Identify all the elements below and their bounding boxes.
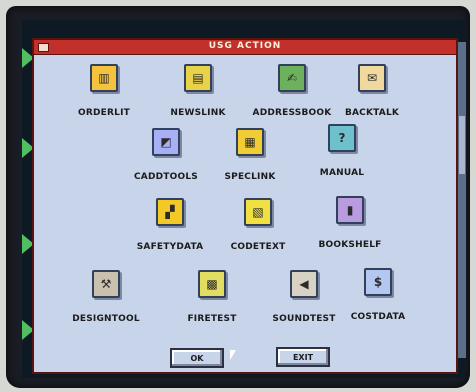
firetest-item[interactable]: ▩ FIRETEST: [164, 270, 260, 326]
spec-document-icon[interactable]: ▦: [236, 128, 264, 156]
designtool-item[interactable]: ⚒ DESIGNTOOL: [58, 270, 154, 326]
backtalk-label: BACKTALK: [344, 108, 400, 118]
costdata-item[interactable]: $ COSTDATA: [330, 268, 426, 324]
speaker-icon[interactable]: ◀: [290, 270, 318, 298]
window-title: USG ACTION: [208, 41, 282, 51]
bookshelf-item[interactable]: ▮ BOOKSHELF: [302, 196, 398, 252]
desktop: USG ACTION ▥ ORDERLIT ▤ NEWSLINK ✍ ADDRE…: [22, 20, 466, 378]
bookshelf-icon[interactable]: ▮: [336, 196, 364, 224]
designtool-label: DESIGNTOOL: [72, 314, 140, 324]
manual-label: MANUAL: [319, 168, 365, 178]
usg-action-window: USG ACTION ▥ ORDERLIT ▤ NEWSLINK ✍ ADDRE…: [32, 38, 458, 374]
title-bar[interactable]: USG ACTION: [34, 40, 456, 55]
bookshelf-label: BOOKSHELF: [318, 240, 382, 250]
cad-tools-icon[interactable]: ◩: [152, 128, 180, 156]
safetydata-item[interactable]: ▞ SAFETYDATA: [122, 198, 218, 254]
speclink-item[interactable]: ▦ SPECLINK: [202, 128, 298, 184]
codetext-label: CODETEXT: [230, 242, 286, 252]
dollar-icon[interactable]: $: [364, 268, 392, 296]
safety-hazard-icon[interactable]: ▞: [156, 198, 184, 226]
address-book-icon[interactable]: ✍: [278, 64, 306, 92]
speclink-label: SPECLINK: [224, 172, 276, 182]
newsletter-icon[interactable]: ▤: [184, 64, 212, 92]
newslink-item[interactable]: ▤ NEWSLINK: [150, 64, 246, 120]
mouse-pointer-icon: [229, 349, 236, 361]
manual-item[interactable]: ? MANUAL: [294, 124, 390, 180]
manual-help-icon[interactable]: ?: [328, 124, 356, 152]
newslink-label: NEWSLINK: [170, 108, 226, 118]
safetydata-label: SAFETYDATA: [136, 242, 204, 252]
scrollbar[interactable]: [458, 42, 466, 358]
order-books-icon[interactable]: ▥: [90, 64, 118, 92]
caddtools-label: CADDTOOLS: [134, 172, 198, 182]
code-text-icon[interactable]: ▧: [244, 198, 272, 226]
orderlit-label: ORDERLIT: [78, 108, 130, 118]
backtalk-item[interactable]: ✉ BACKTALK: [324, 64, 420, 120]
orderlit-item[interactable]: ▥ ORDERLIT: [56, 64, 152, 120]
feedback-icon[interactable]: ✉: [358, 64, 386, 92]
monitor-bezel: USG ACTION ▥ ORDERLIT ▤ NEWSLINK ✍ ADDRE…: [6, 6, 470, 388]
codetext-item[interactable]: ▧ CODETEXT: [210, 198, 306, 254]
exit-button[interactable]: EXIT: [276, 347, 330, 367]
firetest-label: FIRETEST: [187, 314, 237, 324]
fire-test-icon[interactable]: ▩: [198, 270, 226, 298]
costdata-label: COSTDATA: [350, 312, 406, 322]
ok-button[interactable]: OK: [170, 348, 224, 368]
caddtools-item[interactable]: ◩ CADDTOOLS: [118, 128, 214, 184]
hammer-icon[interactable]: ⚒: [92, 270, 120, 298]
